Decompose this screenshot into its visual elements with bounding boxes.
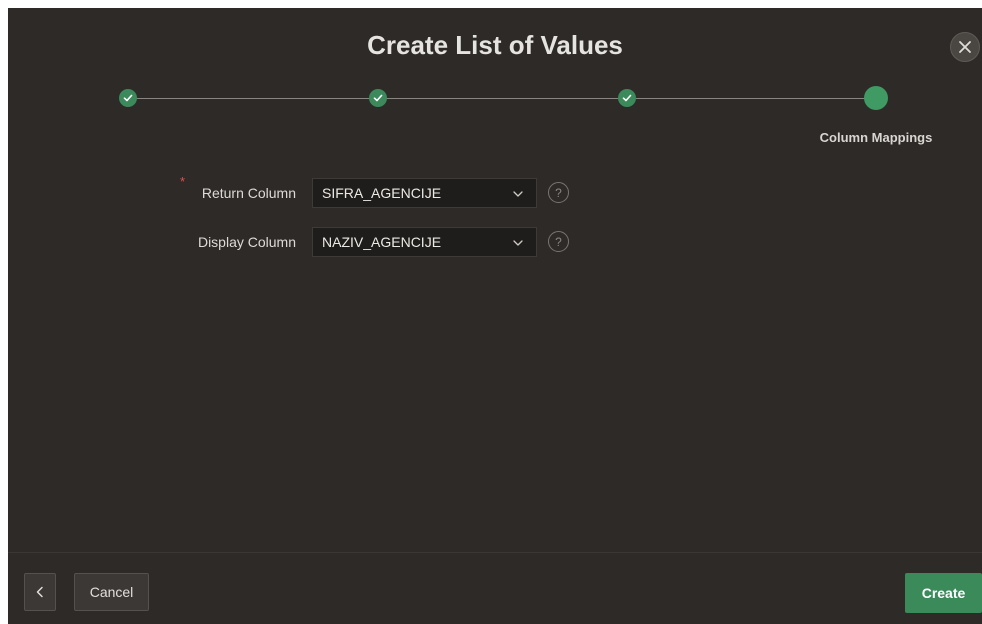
chevron-down-icon <box>513 240 523 246</box>
step-connector <box>636 98 872 99</box>
check-icon <box>373 94 383 102</box>
dialog-title: Create List of Values <box>367 30 623 60</box>
check-icon <box>123 94 133 102</box>
display-column-help-button[interactable]: ? <box>548 231 569 252</box>
return-column-label: Return Column <box>201 185 296 201</box>
required-indicator: * <box>180 174 186 189</box>
display-column-row: Display Column NAZIV_AGENCIJE ? <box>8 227 982 257</box>
close-button[interactable] <box>950 32 980 62</box>
wizard-progress: Column Mappings <box>8 86 982 156</box>
chevron-down-icon <box>513 191 523 197</box>
create-lov-dialog: Create List of Values Column Mappings * … <box>8 8 982 624</box>
chevron-left-icon <box>36 586 43 598</box>
back-button[interactable] <box>24 573 56 611</box>
check-icon <box>622 94 632 102</box>
step-4-current <box>864 86 888 110</box>
return-column-help-button[interactable]: ? <box>548 182 569 203</box>
dialog-footer: Cancel Create <box>8 552 982 624</box>
step-3-complete <box>618 89 636 107</box>
step-1-complete <box>119 89 137 107</box>
step-connector <box>136 98 374 99</box>
cancel-button[interactable]: Cancel <box>74 573 149 611</box>
return-column-value: SIFRA_AGENCIJE <box>322 185 442 201</box>
display-column-value: NAZIV_AGENCIJE <box>322 234 442 250</box>
display-column-label: Display Column <box>197 234 296 250</box>
create-button[interactable]: Create <box>905 573 982 613</box>
display-column-select[interactable]: NAZIV_AGENCIJE <box>312 227 537 257</box>
return-column-row: * Return Column SIFRA_AGENCIJE ? <box>8 174 982 208</box>
close-icon <box>959 41 971 53</box>
return-column-select[interactable]: SIFRA_AGENCIJE <box>312 178 537 208</box>
step-connector <box>386 98 624 99</box>
step-2-complete <box>369 89 387 107</box>
step-4-label: Column Mappings <box>819 130 933 145</box>
